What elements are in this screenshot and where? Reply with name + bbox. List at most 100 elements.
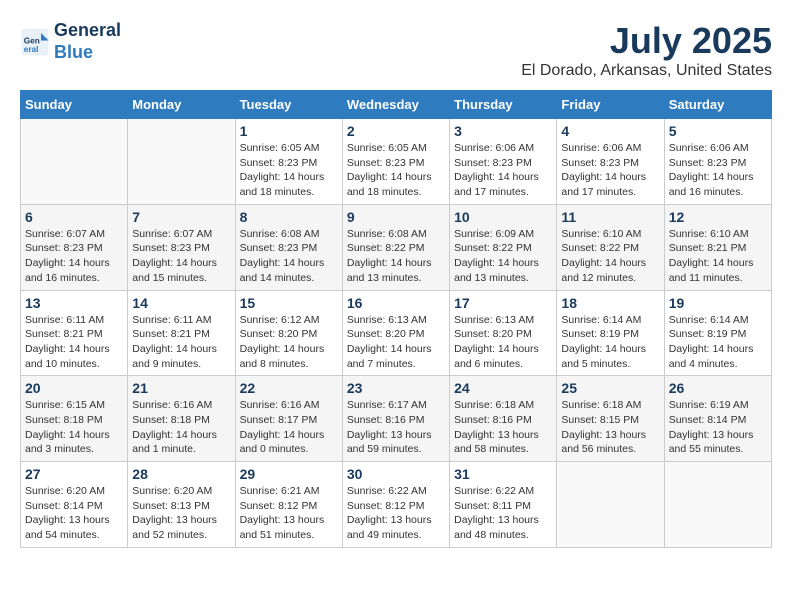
day-number: 13 — [25, 295, 123, 311]
day-number: 3 — [454, 123, 552, 139]
day-number: 18 — [561, 295, 659, 311]
day-number: 15 — [240, 295, 338, 311]
day-info: Sunrise: 6:14 AMSunset: 8:19 PMDaylight:… — [561, 313, 659, 372]
weekday-header-friday: Friday — [557, 91, 664, 119]
logo: Gen eral General Blue — [20, 20, 121, 63]
day-info: Sunrise: 6:21 AMSunset: 8:12 PMDaylight:… — [240, 484, 338, 543]
title-area: July 2025 El Dorado, Arkansas, United St… — [521, 20, 772, 80]
calendar-cell: 30 Sunrise: 6:22 AMSunset: 8:12 PMDayligh… — [342, 462, 449, 548]
page-header: Gen eral General Blue July 2025 El Dorad… — [20, 20, 772, 80]
calendar-cell: 29 Sunrise: 6:21 AMSunset: 8:12 PMDayligh… — [235, 462, 342, 548]
calendar-table: SundayMondayTuesdayWednesdayThursdayFrid… — [20, 90, 772, 548]
month-title: July 2025 — [521, 20, 772, 62]
calendar-cell: 7 Sunrise: 6:07 AMSunset: 8:23 PMDaylight… — [128, 204, 235, 290]
day-info: Sunrise: 6:22 AMSunset: 8:11 PMDaylight:… — [454, 484, 552, 543]
day-number: 7 — [132, 209, 230, 225]
day-info: Sunrise: 6:17 AMSunset: 8:16 PMDaylight:… — [347, 398, 445, 457]
location-title: El Dorado, Arkansas, United States — [521, 62, 772, 80]
calendar-cell — [557, 462, 664, 548]
day-info: Sunrise: 6:19 AMSunset: 8:14 PMDaylight:… — [669, 398, 767, 457]
calendar-cell: 6 Sunrise: 6:07 AMSunset: 8:23 PMDaylight… — [21, 204, 128, 290]
day-number: 12 — [669, 209, 767, 225]
calendar-cell: 5 Sunrise: 6:06 AMSunset: 8:23 PMDaylight… — [664, 119, 771, 205]
calendar-cell: 28 Sunrise: 6:20 AMSunset: 8:13 PMDayligh… — [128, 462, 235, 548]
day-info: Sunrise: 6:22 AMSunset: 8:12 PMDaylight:… — [347, 484, 445, 543]
day-info: Sunrise: 6:16 AMSunset: 8:18 PMDaylight:… — [132, 398, 230, 457]
weekday-header-monday: Monday — [128, 91, 235, 119]
day-info: Sunrise: 6:05 AMSunset: 8:23 PMDaylight:… — [240, 141, 338, 200]
day-number: 6 — [25, 209, 123, 225]
day-info: Sunrise: 6:16 AMSunset: 8:17 PMDaylight:… — [240, 398, 338, 457]
day-info: Sunrise: 6:20 AMSunset: 8:14 PMDaylight:… — [25, 484, 123, 543]
day-number: 14 — [132, 295, 230, 311]
calendar-cell: 23 Sunrise: 6:17 AMSunset: 8:16 PMDayligh… — [342, 376, 449, 462]
day-number: 17 — [454, 295, 552, 311]
calendar-cell: 27 Sunrise: 6:20 AMSunset: 8:14 PMDayligh… — [21, 462, 128, 548]
calendar-cell: 16 Sunrise: 6:13 AMSunset: 8:20 PMDayligh… — [342, 290, 449, 376]
day-info: Sunrise: 6:13 AMSunset: 8:20 PMDaylight:… — [347, 313, 445, 372]
calendar-cell: 15Sunrise: 6:12 AMSunset: 8:20 PMDayligh… — [235, 290, 342, 376]
day-number: 29 — [240, 466, 338, 482]
day-info: Sunrise: 6:08 AMSunset: 8:23 PMDaylight:… — [240, 227, 338, 286]
calendar-cell: 19Sunrise: 6:14 AMSunset: 8:19 PMDayligh… — [664, 290, 771, 376]
calendar-cell: 21 Sunrise: 6:16 AMSunset: 8:18 PMDayligh… — [128, 376, 235, 462]
day-info: Sunrise: 6:07 AMSunset: 8:23 PMDaylight:… — [25, 227, 123, 286]
day-info: Sunrise: 6:09 AMSunset: 8:22 PMDaylight:… — [454, 227, 552, 286]
day-number: 4 — [561, 123, 659, 139]
day-info: Sunrise: 6:20 AMSunset: 8:13 PMDaylight:… — [132, 484, 230, 543]
day-number: 20 — [25, 380, 123, 396]
day-number: 8 — [240, 209, 338, 225]
day-info: Sunrise: 6:18 AMSunset: 8:15 PMDaylight:… — [561, 398, 659, 457]
calendar-cell: 26Sunrise: 6:19 AMSunset: 8:14 PMDayligh… — [664, 376, 771, 462]
day-info: Sunrise: 6:06 AMSunset: 8:23 PMDaylight:… — [669, 141, 767, 200]
day-info: Sunrise: 6:05 AMSunset: 8:23 PMDaylight:… — [347, 141, 445, 200]
weekday-header-wednesday: Wednesday — [342, 91, 449, 119]
day-number: 5 — [669, 123, 767, 139]
day-number: 23 — [347, 380, 445, 396]
calendar-cell: 11 Sunrise: 6:10 AMSunset: 8:22 PMDayligh… — [557, 204, 664, 290]
calendar-cell: 1 Sunrise: 6:05 AMSunset: 8:23 PMDaylight… — [235, 119, 342, 205]
calendar-cell: 24Sunrise: 6:18 AMSunset: 8:16 PMDayligh… — [450, 376, 557, 462]
calendar-cell: 12Sunrise: 6:10 AMSunset: 8:21 PMDayligh… — [664, 204, 771, 290]
calendar-cell: 8 Sunrise: 6:08 AMSunset: 8:23 PMDaylight… — [235, 204, 342, 290]
day-info: Sunrise: 6:06 AMSunset: 8:23 PMDaylight:… — [454, 141, 552, 200]
calendar-cell: 10 Sunrise: 6:09 AMSunset: 8:22 PMDayligh… — [450, 204, 557, 290]
svg-text:eral: eral — [24, 44, 39, 53]
day-info: Sunrise: 6:11 AMSunset: 8:21 PMDaylight:… — [132, 313, 230, 372]
day-info: Sunrise: 6:10 AMSunset: 8:22 PMDaylight:… — [561, 227, 659, 286]
weekday-header-thursday: Thursday — [450, 91, 557, 119]
day-info: Sunrise: 6:14 AMSunset: 8:19 PMDaylight:… — [669, 313, 767, 372]
day-number: 27 — [25, 466, 123, 482]
day-number: 30 — [347, 466, 445, 482]
calendar-cell: 4Sunrise: 6:06 AMSunset: 8:23 PMDaylight… — [557, 119, 664, 205]
calendar-cell — [664, 462, 771, 548]
weekday-header-sunday: Sunday — [21, 91, 128, 119]
day-number: 22 — [240, 380, 338, 396]
calendar-cell: 31 Sunrise: 6:22 AMSunset: 8:11 PMDayligh… — [450, 462, 557, 548]
calendar-cell: 3 Sunrise: 6:06 AMSunset: 8:23 PMDaylight… — [450, 119, 557, 205]
weekday-header-tuesday: Tuesday — [235, 91, 342, 119]
day-number: 16 — [347, 295, 445, 311]
day-info: Sunrise: 6:18 AMSunset: 8:16 PMDaylight:… — [454, 398, 552, 457]
calendar-cell: 2Sunrise: 6:05 AMSunset: 8:23 PMDaylight… — [342, 119, 449, 205]
calendar-cell: 9Sunrise: 6:08 AMSunset: 8:22 PMDaylight… — [342, 204, 449, 290]
calendar-cell: 25 Sunrise: 6:18 AMSunset: 8:15 PMDayligh… — [557, 376, 664, 462]
day-info: Sunrise: 6:08 AMSunset: 8:22 PMDaylight:… — [347, 227, 445, 286]
calendar-cell: 18 Sunrise: 6:14 AMSunset: 8:19 PMDayligh… — [557, 290, 664, 376]
day-number: 21 — [132, 380, 230, 396]
day-info: Sunrise: 6:15 AMSunset: 8:18 PMDaylight:… — [25, 398, 123, 457]
day-number: 10 — [454, 209, 552, 225]
calendar-cell: 20 Sunrise: 6:15 AMSunset: 8:18 PMDayligh… — [21, 376, 128, 462]
calendar-cell: 13 Sunrise: 6:11 AMSunset: 8:21 PMDayligh… — [21, 290, 128, 376]
calendar-cell: 22 Sunrise: 6:16 AMSunset: 8:17 PMDayligh… — [235, 376, 342, 462]
day-number: 25 — [561, 380, 659, 396]
day-number: 1 — [240, 123, 338, 139]
weekday-header-saturday: Saturday — [664, 91, 771, 119]
day-number: 28 — [132, 466, 230, 482]
calendar-cell — [21, 119, 128, 205]
day-info: Sunrise: 6:11 AMSunset: 8:21 PMDaylight:… — [25, 313, 123, 372]
day-number: 31 — [454, 466, 552, 482]
day-number: 11 — [561, 209, 659, 225]
day-info: Sunrise: 6:07 AMSunset: 8:23 PMDaylight:… — [132, 227, 230, 286]
calendar-cell: 17Sunrise: 6:13 AMSunset: 8:20 PMDayligh… — [450, 290, 557, 376]
